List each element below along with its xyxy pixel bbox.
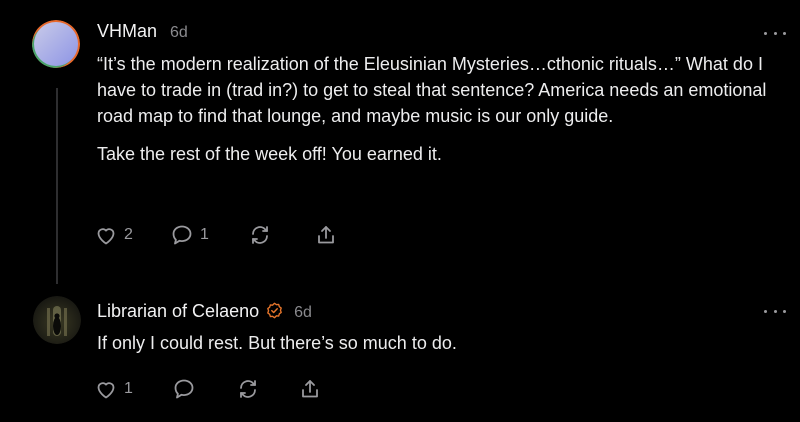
comment-header: VHMan 6d xyxy=(97,21,188,42)
avatar[interactable] xyxy=(33,296,81,344)
share-icon xyxy=(318,226,334,244)
share-button[interactable] xyxy=(298,375,322,403)
like-button[interactable]: 1 xyxy=(94,375,133,403)
like-count: 2 xyxy=(124,226,133,243)
author-name[interactable]: Librarian of Celaeno xyxy=(97,301,259,322)
timestamp[interactable]: 6d xyxy=(294,304,312,322)
restack-button[interactable] xyxy=(248,221,272,249)
comment-librarian: Librarian of Celaeno 6d If only I could … xyxy=(0,290,800,422)
share-icon xyxy=(302,380,318,398)
comment-icon xyxy=(172,225,192,245)
restack-icon xyxy=(252,226,268,244)
restack-icon xyxy=(240,380,256,398)
verified-badge-icon xyxy=(267,302,283,319)
like-button[interactable]: 2 xyxy=(94,221,133,249)
author-name[interactable]: VHMan xyxy=(97,21,157,42)
more-icon xyxy=(764,309,767,313)
more-options-button[interactable] xyxy=(764,304,786,318)
comment-paragraph: Take the rest of the week off! You earne… xyxy=(97,144,442,164)
heart-icon xyxy=(97,228,115,245)
comment-paragraph: “It’s the modern realization of the Eleu… xyxy=(97,54,767,126)
timestamp[interactable]: 6d xyxy=(170,24,188,42)
comment-paragraph: If only I could rest. But there’s so muc… xyxy=(97,333,457,353)
heart-icon xyxy=(97,382,115,399)
reply-button[interactable]: 1 xyxy=(170,221,209,249)
comment-body: “It’s the modern realization of the Eleu… xyxy=(97,51,787,167)
thread-line xyxy=(56,88,58,284)
reply-button[interactable] xyxy=(172,375,196,403)
comment-body: If only I could rest. But there’s so muc… xyxy=(97,330,787,356)
like-count: 1 xyxy=(124,380,133,397)
comment-icon xyxy=(174,379,194,399)
share-button[interactable] xyxy=(314,221,338,249)
comment-header: Librarian of Celaeno 6d xyxy=(97,300,312,322)
comment-vhman: VHMan 6d “It’s the modern realization of… xyxy=(0,0,800,300)
avatar[interactable] xyxy=(32,20,80,68)
restack-button[interactable] xyxy=(236,375,260,403)
more-options-button[interactable] xyxy=(764,26,786,40)
more-icon xyxy=(764,31,767,35)
reply-count: 1 xyxy=(200,226,209,243)
